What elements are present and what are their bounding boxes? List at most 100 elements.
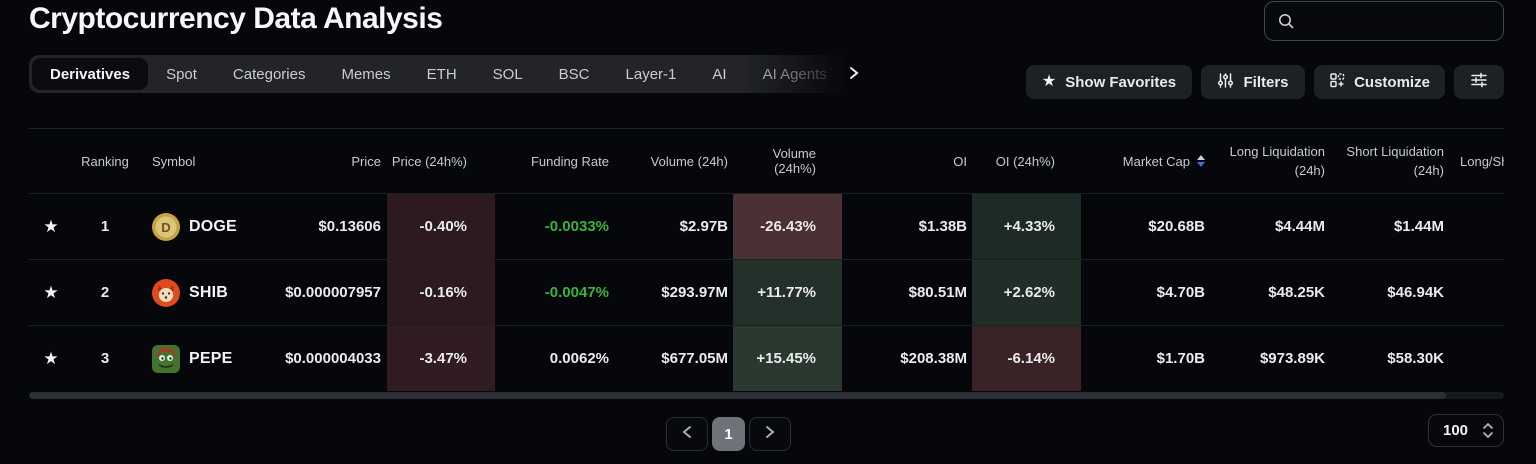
long-short-cell <box>1452 194 1504 259</box>
customize-button[interactable]: Customize <box>1314 65 1445 99</box>
star-icon: ★ <box>1042 74 1056 90</box>
oi-cell: $1.38B <box>842 194 967 259</box>
symbol-label: PEPE <box>189 350 233 368</box>
price-cell: $0.13606 <box>247 194 381 259</box>
tab-memes[interactable]: Memes <box>323 58 408 90</box>
price-change-cell: -0.16% <box>387 260 495 325</box>
volume-change-cell: +11.77% <box>733 260 842 325</box>
scroll-tabs-right-button[interactable] <box>843 64 865 86</box>
page-title: Cryptocurrency Data Analysis <box>29 2 442 36</box>
customize-label: Customize <box>1354 74 1430 91</box>
short-liquidation-cell: $1.44M <box>1325 194 1444 259</box>
doge-icon: D <box>152 213 180 241</box>
search-input[interactable] <box>1303 13 1491 29</box>
oi-cell: $80.51M <box>842 260 967 325</box>
page-size-control[interactable] <box>1428 414 1504 447</box>
chevron-right-icon <box>764 425 776 444</box>
symbol-cell[interactable]: SHIB <box>137 260 247 325</box>
price-change-cell: -3.47% <box>387 326 495 391</box>
filters-label: Filters <box>1243 74 1288 91</box>
favorite-toggle[interactable]: ★ <box>29 260 73 325</box>
sort-icon <box>1197 155 1205 167</box>
page-size-stepper[interactable] <box>1483 423 1493 438</box>
header-volume-24h-pct[interactable]: Volume (24h%) <box>733 129 842 193</box>
funding-rate-cell: -0.0033% <box>495 194 609 259</box>
long-liquidation-cell: $973.89K <box>1205 326 1325 391</box>
header-price[interactable]: Price <box>247 129 381 193</box>
show-favorites-button[interactable]: ★ Show Favorites <box>1026 65 1192 99</box>
pepe-icon <box>152 345 180 373</box>
header-oi[interactable]: OI <box>842 129 967 193</box>
rank-cell: 1 <box>73 194 137 259</box>
header-long-liquidation[interactable]: Long Liquidation (24h) <box>1205 129 1325 193</box>
tab-ai[interactable]: AI <box>694 58 744 90</box>
short-liquidation-cell: $46.94K <box>1325 260 1444 325</box>
rank-cell: 3 <box>73 326 137 391</box>
chevron-down-icon <box>1483 432 1493 438</box>
sort-ascending-icon <box>1197 155 1205 160</box>
funding-rate-cell: -0.0047% <box>495 260 609 325</box>
customize-grid-icon <box>1329 72 1345 92</box>
price-cell: $0.000004033 <box>247 326 381 391</box>
long-liquidation-cell: $4.44M <box>1205 194 1325 259</box>
table-row: ★ 3 PEPE <box>29 325 1504 391</box>
svg-text:D: D <box>161 220 170 235</box>
next-page-button[interactable] <box>749 417 791 451</box>
search-box[interactable] <box>1264 1 1504 41</box>
symbol-cell[interactable]: PEPE <box>137 326 247 391</box>
price-cell: $0.000007957 <box>247 260 381 325</box>
page-size-input[interactable] <box>1443 422 1481 439</box>
oi-change-cell: -6.14% <box>972 326 1081 391</box>
star-icon: ★ <box>43 350 58 367</box>
category-tab-bar: Derivatives Spot Categories Memes ETH SO… <box>29 55 860 93</box>
previous-page-button[interactable] <box>666 417 708 451</box>
header-volume-24h[interactable]: Volume (24h) <box>609 129 728 193</box>
header-symbol[interactable]: Symbol <box>137 129 247 193</box>
long-short-cell <box>1452 260 1504 325</box>
shib-icon <box>152 279 180 307</box>
volume-cell: $677.05M <box>609 326 728 391</box>
favorite-toggle[interactable]: ★ <box>29 194 73 259</box>
tab-categories[interactable]: Categories <box>215 58 324 90</box>
tab-sol[interactable]: SOL <box>475 58 541 90</box>
chevron-up-icon <box>1483 423 1493 429</box>
crypto-table: Ranking Symbol Price Price (24h%) Fundin… <box>29 128 1504 391</box>
tab-layer-1[interactable]: Layer-1 <box>608 58 695 90</box>
funding-rate-cell: 0.0062% <box>495 326 609 391</box>
header-funding-rate[interactable]: Funding Rate <box>495 129 609 193</box>
table-settings-button[interactable] <box>1454 65 1504 99</box>
long-liquidation-cell: $48.25K <box>1205 260 1325 325</box>
long-short-cell <box>1452 326 1504 391</box>
header-favorite <box>29 129 73 193</box>
header-price-24h[interactable]: Price (24h%) <box>387 129 495 193</box>
header-oi-24h-pct[interactable]: OI (24h%) <box>972 129 1081 193</box>
header-market-cap[interactable]: Market Cap <box>1081 129 1205 193</box>
tab-ai-agents[interactable]: AI Agents <box>745 58 845 90</box>
header-short-liquidation[interactable]: Short Liquidation (24h) <box>1325 129 1444 193</box>
table-row: ★ 2 SHIB <box>29 259 1504 325</box>
favorite-toggle[interactable]: ★ <box>29 326 73 391</box>
tab-eth[interactable]: ETH <box>409 58 475 90</box>
rank-cell: 2 <box>73 260 137 325</box>
chevron-left-icon <box>681 425 693 444</box>
symbol-label: DOGE <box>189 218 237 236</box>
header-ranking[interactable]: Ranking <box>73 129 137 193</box>
horizontal-scrollbar[interactable] <box>29 392 1504 399</box>
volume-change-cell: -26.43% <box>733 194 842 259</box>
scrollbar-thumb[interactable] <box>29 392 1446 399</box>
oi-cell: $208.38M <box>842 326 967 391</box>
search-icon <box>1277 12 1295 30</box>
tab-derivatives[interactable]: Derivatives <box>32 58 148 90</box>
tab-spot[interactable]: Spot <box>148 58 215 90</box>
header-long-short[interactable]: Long/Short <box>1452 129 1504 193</box>
sort-descending-icon <box>1197 162 1205 167</box>
page-number-button[interactable]: 1 <box>712 417 745 451</box>
app-window: Cryptocurrency Data Analysis Derivatives… <box>0 0 1536 464</box>
tab-bsc[interactable]: BSC <box>541 58 608 90</box>
market-cap-cell: $4.70B <box>1081 260 1205 325</box>
filters-button[interactable]: Filters <box>1201 65 1305 99</box>
star-icon: ★ <box>43 218 58 235</box>
market-cap-cell: $1.70B <box>1081 326 1205 391</box>
market-cap-cell: $20.68B <box>1081 194 1205 259</box>
symbol-cell[interactable]: D DOGE <box>137 194 247 259</box>
